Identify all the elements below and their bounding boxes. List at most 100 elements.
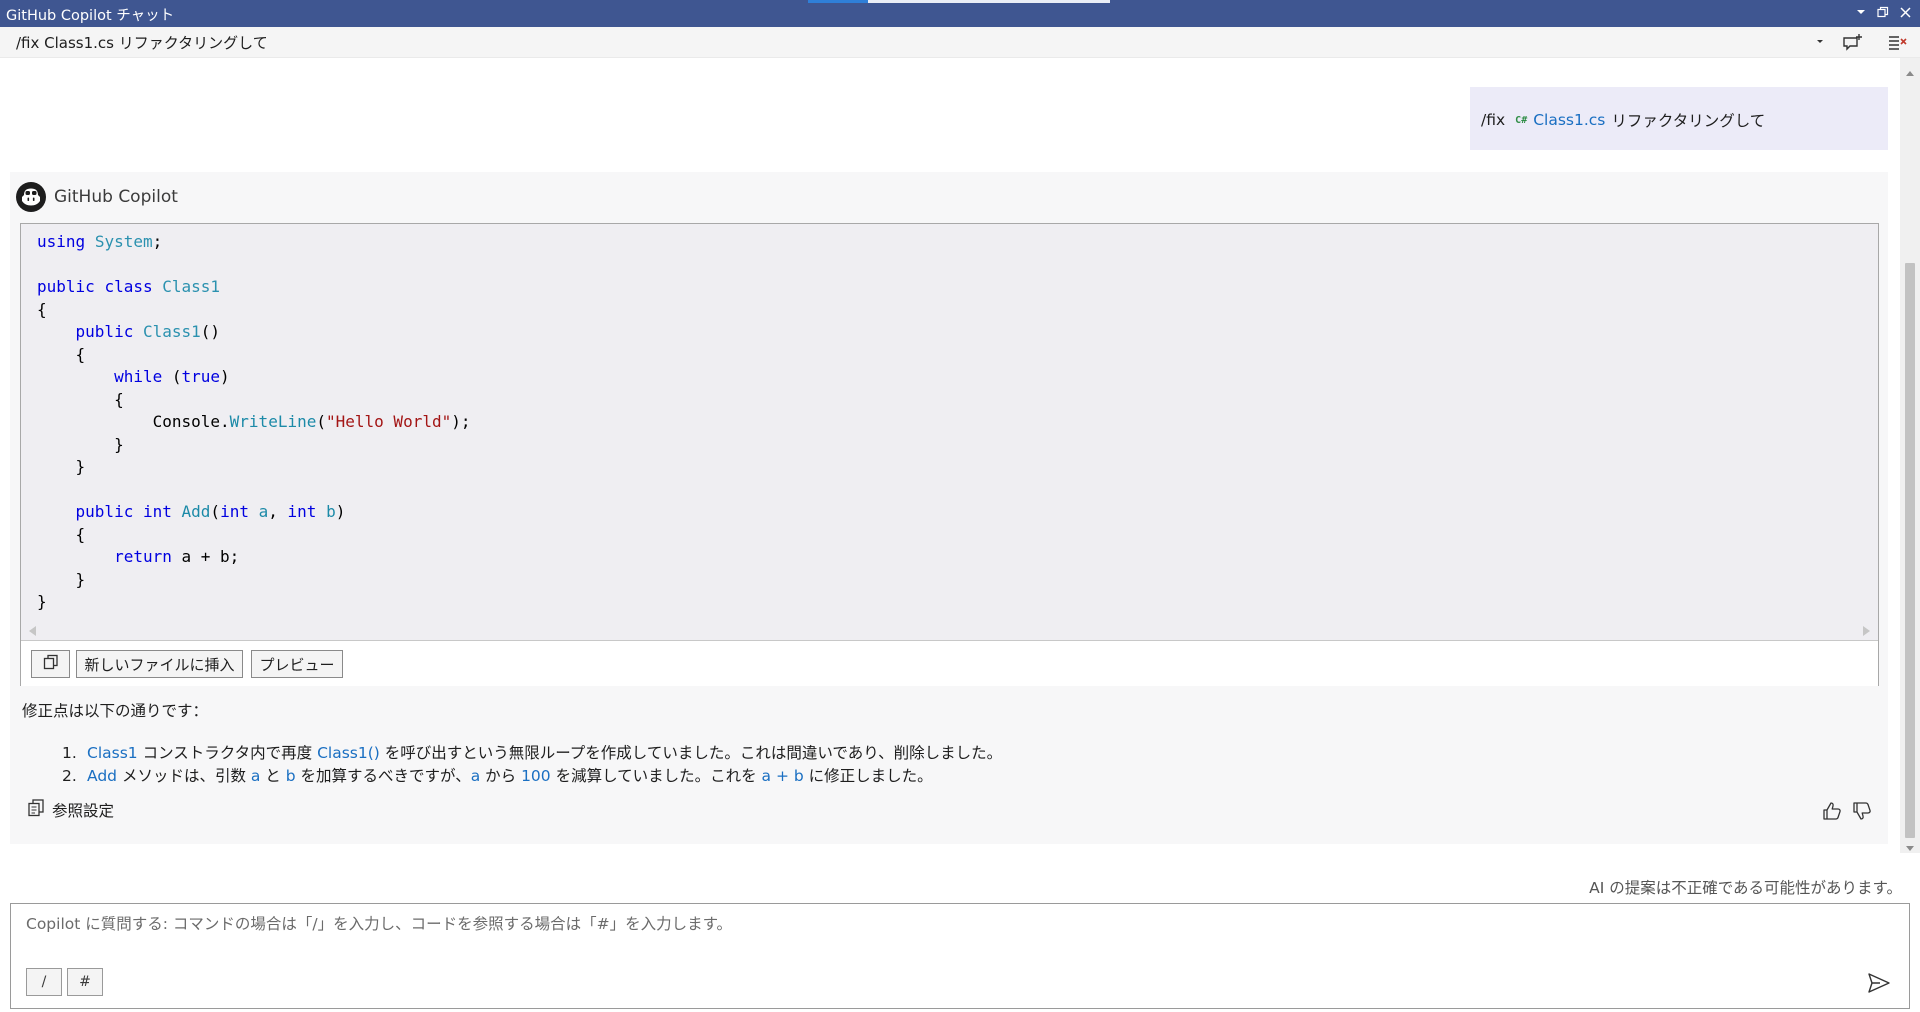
insert-new-file-button[interactable]: 新しいファイルに挿入 (76, 650, 243, 678)
code-token: WriteLine (229, 412, 317, 431)
ai-disclaimer: AI の提案は不正確である可能性があります。 (1589, 879, 1902, 897)
copy-code-button[interactable] (31, 650, 70, 678)
close-window-icon[interactable] (1898, 3, 1912, 21)
file-reference-link[interactable]: Class1.cs (1533, 111, 1605, 129)
copy-icon (42, 653, 60, 675)
window-title: GitHub Copilot チャット (6, 8, 175, 24)
code-line: } (37, 592, 47, 611)
code-reference[interactable]: a (251, 767, 261, 785)
code-token: Class1 (162, 277, 221, 296)
code-token: { (37, 524, 86, 544)
code-line: using System; (37, 232, 162, 251)
code-horizontal-scrollbar[interactable] (21, 622, 1878, 640)
window-menu-icon[interactable] (1854, 3, 1868, 21)
code-line: { (37, 390, 124, 409)
code-reference[interactable]: 100 (521, 767, 551, 785)
hash-reference-button[interactable]: # (67, 968, 103, 996)
code-token: } (37, 569, 86, 589)
code-token: public (37, 277, 95, 296)
references-label: 参照設定 (52, 802, 115, 820)
fix-text: Class1 コンストラクタ内で再度 Class1() を呼び出すという無限ルー… (87, 742, 1002, 765)
fix-text-segment: を加算するべきですが、 (295, 766, 471, 785)
title-accent (868, 0, 1110, 3)
code-reference[interactable]: Class1 (87, 744, 138, 762)
code-line: public Class1() (37, 322, 221, 341)
fix-text-segment: コンストラクタ内で再度 (137, 744, 318, 762)
code-token: ) (335, 502, 346, 521)
copilot-logo-icon (16, 182, 46, 212)
code-token: int (287, 502, 317, 521)
send-icon[interactable] (1867, 972, 1891, 994)
code-token: ( (162, 367, 182, 386)
fix-number: 1. (62, 744, 77, 762)
code-token: } (37, 434, 124, 454)
thread-title[interactable]: /fix Class1.cs リファクタリングして (16, 32, 268, 53)
scroll-left-icon[interactable] (29, 626, 36, 636)
code-line: } (37, 569, 86, 589)
scroll-up-icon[interactable] (1904, 64, 1916, 76)
thumbs-up-icon[interactable] (1821, 800, 1843, 822)
scroll-down-icon[interactable] (1904, 840, 1916, 851)
code-block: using System; public class Class1 { publ… (20, 223, 1879, 686)
code-actions-bar: 新しいファイルに挿入 プレビュー (21, 640, 1878, 686)
code-token: true (181, 367, 221, 386)
fix-text-segment: と (260, 766, 286, 785)
code-token: () (200, 322, 221, 341)
fix-text-segment: を呼び出すという無限ループを作成していました。これは間違いであり、削除しました。 (379, 744, 1003, 762)
thread-dropdown-icon[interactable] (1812, 33, 1828, 49)
code-token: System (94, 232, 153, 251)
user-message-text: リファクタリングして (1611, 112, 1766, 130)
code-line: { (37, 300, 47, 319)
fix-text-segment: メソッドは、引数 (117, 766, 251, 785)
fix-text-segment: に修正しました。 (803, 766, 933, 785)
fix-item: 2. Add メソッドは、引数 a と b を加算するべきですが、a から 100… (62, 765, 1002, 788)
code-token: ); (451, 412, 471, 431)
code-reference[interactable]: Add (87, 767, 117, 785)
scroll-right-icon[interactable] (1863, 626, 1870, 636)
code-token: ) (220, 367, 230, 386)
code-line: } (37, 457, 86, 476)
fix-list: 1. Class1 コンストラクタ内で再度 Class1() を呼び出すという無限… (62, 742, 1002, 787)
clear-thread-icon[interactable] (1885, 31, 1909, 55)
vertical-scrollbar[interactable] (1900, 58, 1920, 853)
new-thread-icon[interactable] (1840, 31, 1864, 55)
slash-command-button[interactable]: / (26, 968, 62, 996)
references-icon (26, 798, 46, 822)
preview-button[interactable]: プレビュー (251, 650, 343, 678)
scrollbar-thumb[interactable] (1905, 263, 1915, 838)
code-token: public (75, 322, 134, 341)
code-token: class (104, 277, 153, 296)
code-line: while (true) (37, 367, 230, 386)
code-token: int (142, 502, 172, 521)
code-reference[interactable]: Class1() (317, 744, 380, 762)
code-token: } (37, 592, 47, 611)
thumbs-down-icon[interactable] (1851, 800, 1873, 822)
code-token: { (37, 299, 47, 319)
code-reference[interactable]: b (286, 767, 296, 785)
code-reference[interactable]: a + b (762, 767, 804, 785)
fix-text-segment: から (480, 766, 522, 785)
code-content[interactable]: using System; public class Class1 { publ… (37, 231, 471, 614)
chat-input-box[interactable]: Copilot に質問する: コマンドの場合は「/」を入力し、コードを参照する場… (10, 903, 1910, 1009)
chat-input-placeholder[interactable]: Copilot に質問する: コマンドの場合は「/」を入力し、コードを参照する場… (26, 912, 732, 934)
fix-number: 2. (62, 766, 77, 785)
references-button[interactable]: 参照設定 (26, 798, 114, 822)
restore-window-icon[interactable] (1876, 3, 1890, 21)
code-line: return a + b; (37, 547, 239, 566)
title-accent (808, 0, 868, 3)
user-message: /fix C# Class1.cs リファクタリングして (1470, 87, 1888, 150)
code-token: public (75, 502, 134, 521)
fix-text-segment: を減算していました。これを (550, 766, 762, 785)
copilot-response: GitHub Copilot using System; public clas… (10, 172, 1888, 844)
code-reference[interactable]: a (471, 767, 481, 785)
csharp-file-icon: C# (1515, 114, 1528, 126)
code-line: public class Class1 (37, 277, 220, 296)
